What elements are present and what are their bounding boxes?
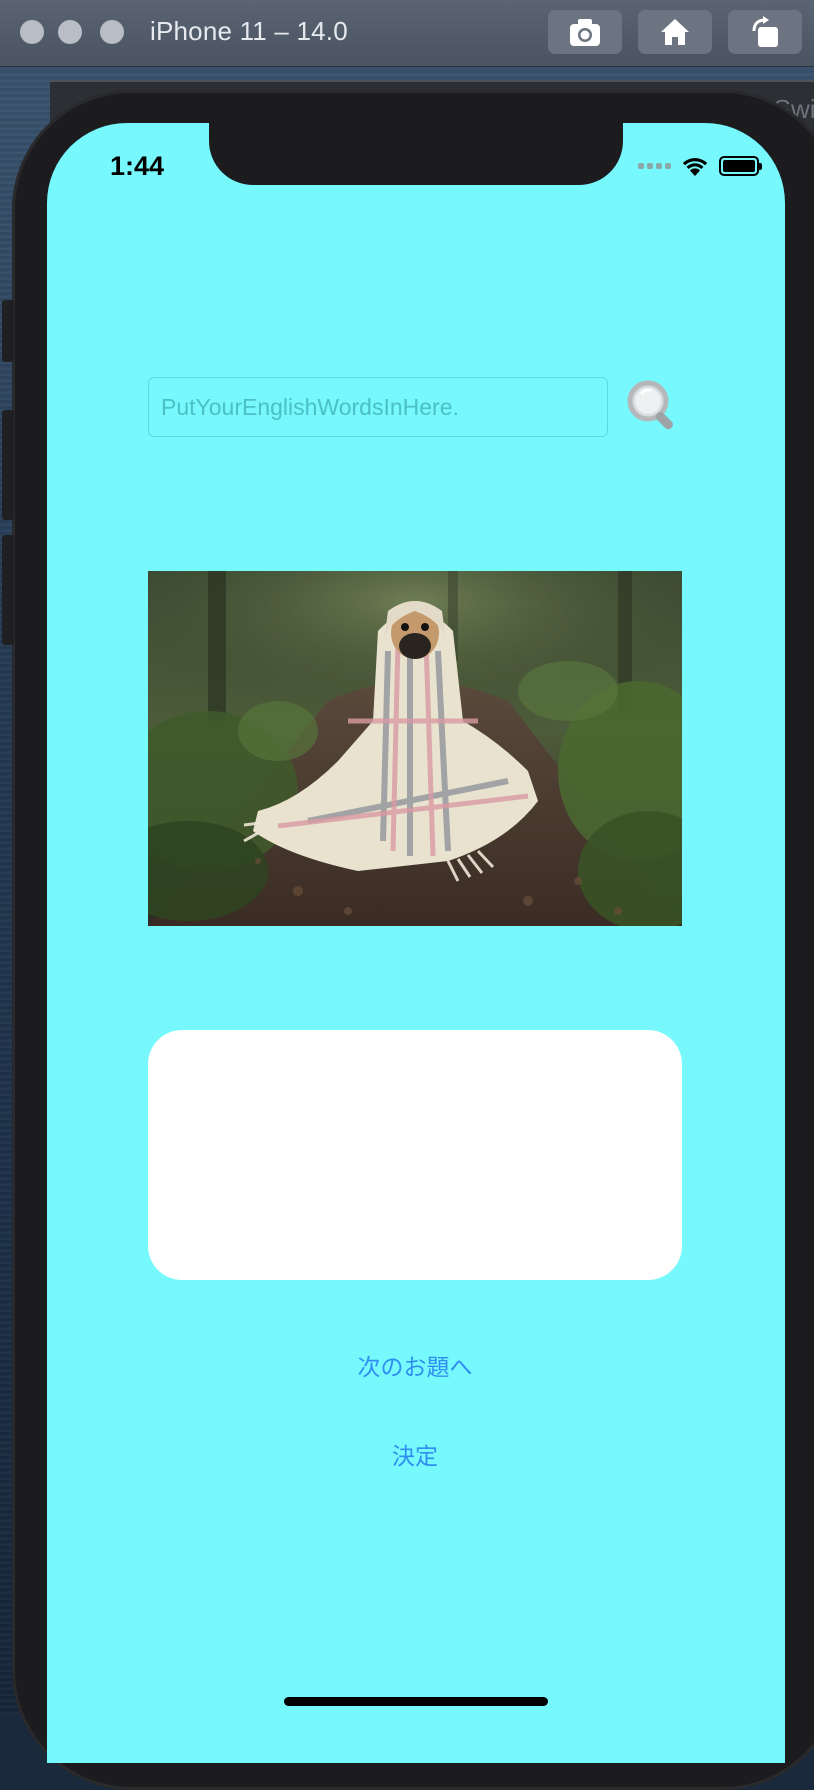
volume-up-button bbox=[2, 410, 14, 520]
home-indicator[interactable] bbox=[284, 1697, 548, 1706]
simulator-toolbar: iPhone 11 – 14.0 bbox=[0, 0, 814, 67]
next-question-button[interactable]: 次のお題へ bbox=[148, 1347, 682, 1383]
screenshot-icon bbox=[570, 19, 600, 46]
search-input[interactable] bbox=[148, 377, 608, 437]
pug-photo bbox=[148, 571, 682, 926]
question-image bbox=[148, 571, 682, 926]
wifi-icon bbox=[682, 158, 708, 176]
signal-icon bbox=[638, 163, 671, 169]
zoom-window-button[interactable] bbox=[100, 20, 124, 44]
status-time: 1:44 bbox=[110, 151, 165, 181]
battery-icon bbox=[719, 156, 762, 176]
volume-down-button bbox=[2, 535, 14, 645]
device-screen: 1:44 PutYourEnglishWordsInHere. 次のお題へ 決定 bbox=[47, 123, 785, 1763]
search-button[interactable] bbox=[624, 377, 680, 433]
home-icon bbox=[661, 19, 689, 45]
magnifier-icon bbox=[627, 380, 673, 430]
minimize-window-button[interactable] bbox=[58, 20, 82, 44]
decide-button[interactable]: 決定 bbox=[148, 1436, 682, 1472]
rotate-button[interactable] bbox=[728, 10, 802, 54]
home-button[interactable] bbox=[638, 10, 712, 54]
screenshot-button[interactable] bbox=[548, 10, 622, 54]
rotate-icon bbox=[752, 16, 778, 47]
status-icons bbox=[638, 153, 762, 179]
mute-switch bbox=[2, 300, 14, 362]
notch bbox=[209, 123, 623, 185]
answer-display-card bbox=[148, 1030, 682, 1280]
simulator-title: iPhone 11 – 14.0 bbox=[150, 16, 348, 46]
close-window-button[interactable] bbox=[20, 20, 44, 44]
